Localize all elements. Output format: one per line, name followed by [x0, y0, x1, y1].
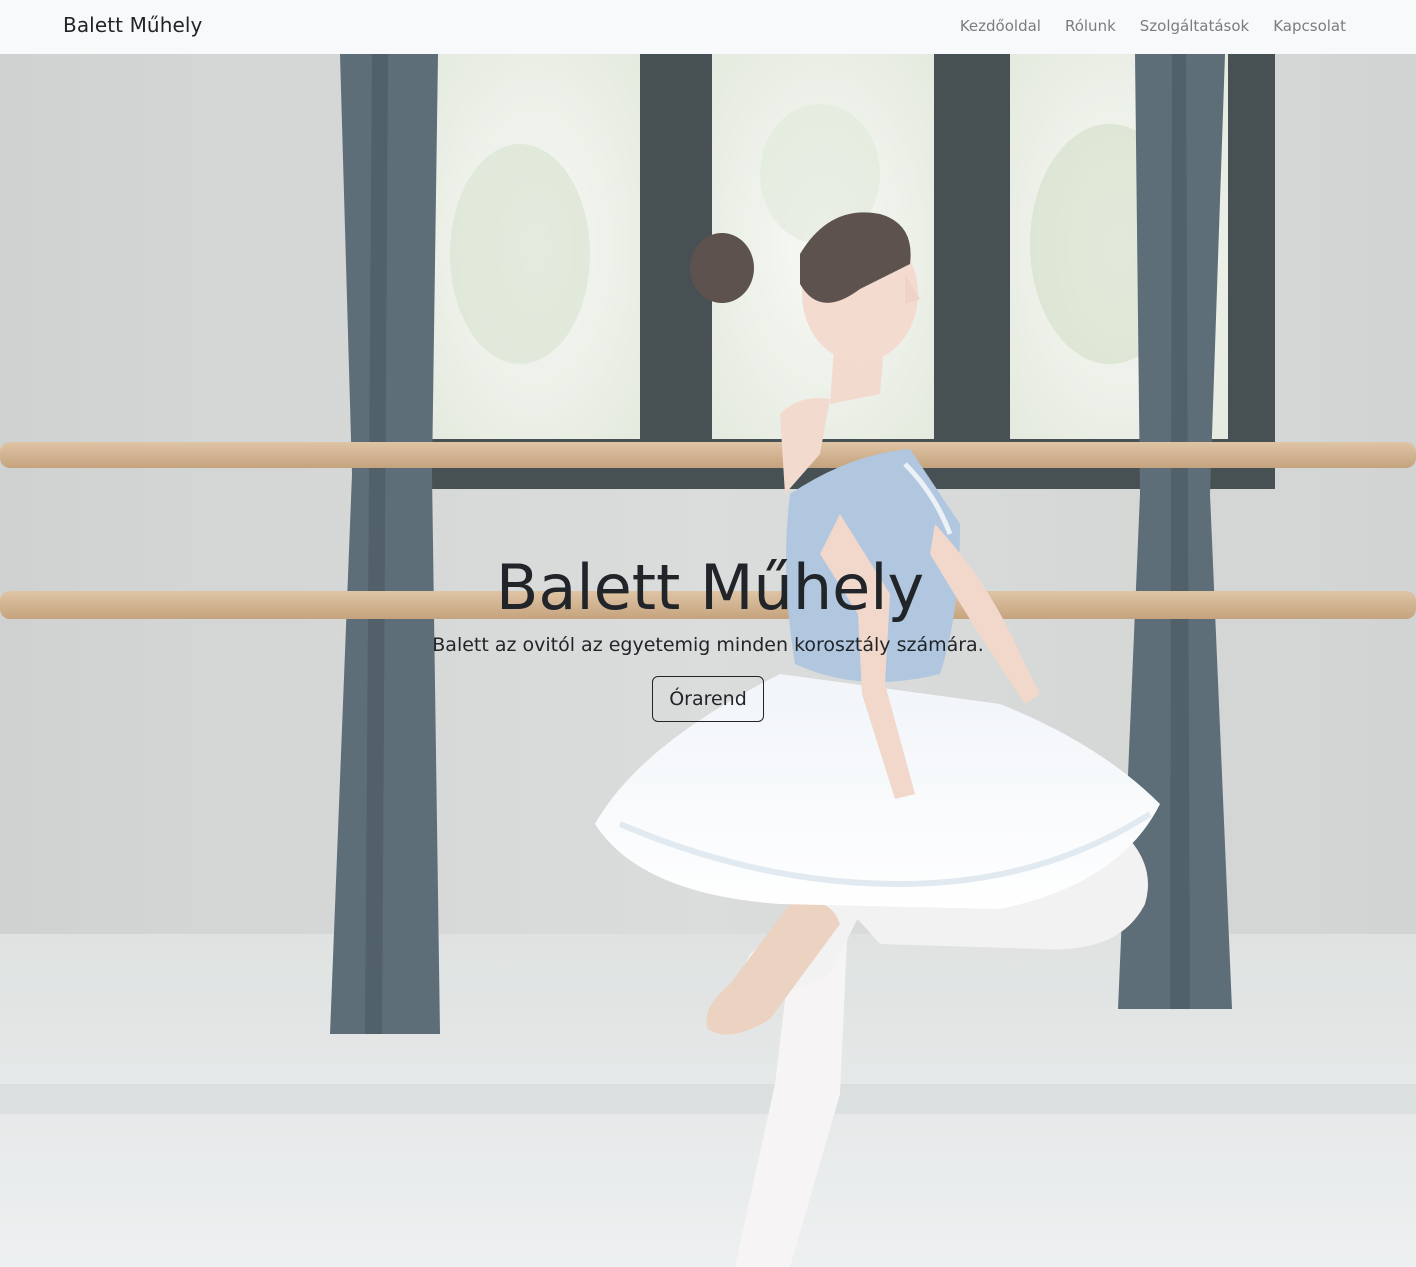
brand-logo-link[interactable]: Balett Műhely: [63, 13, 202, 37]
hero-content: Balett Műhely Balett az ovitól az egyete…: [0, 552, 1416, 722]
hero-title: Balett Műhely: [495, 551, 925, 624]
schedule-button[interactable]: Órarend: [652, 676, 764, 722]
hero-subtitle: Balett az ovitól az egyetemig minden kor…: [432, 634, 984, 656]
hero-section: Balett Műhely Balett az ovitól az egyete…: [0, 54, 1416, 1267]
top-navbar: Balett Műhely Kezdőoldal Rólunk Szolgált…: [0, 0, 1416, 54]
nav-links: Kezdőoldal Rólunk Szolgáltatások Kapcsol…: [960, 17, 1346, 35]
nav-link-home[interactable]: Kezdőoldal: [960, 17, 1041, 35]
nav-link-contact[interactable]: Kapcsolat: [1273, 17, 1346, 35]
nav-link-services[interactable]: Szolgáltatások: [1140, 17, 1249, 35]
nav-link-about[interactable]: Rólunk: [1065, 17, 1116, 35]
